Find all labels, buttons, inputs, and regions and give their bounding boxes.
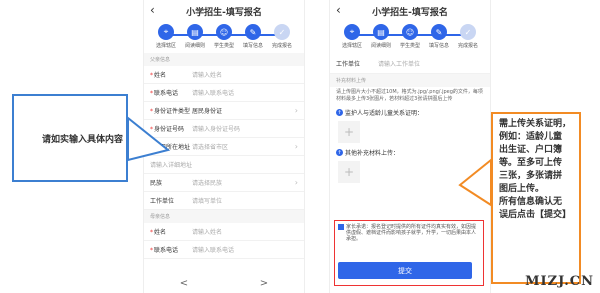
document-icon: ▤ <box>373 24 389 40</box>
step-4: ✎ 填写信息 <box>239 24 267 49</box>
progress-steps: ⌖ 选择辖区 ▤ 阅读细则 ☺ 学生类型 ✎ 填写信息 ✓ 完成报名 <box>330 22 490 53</box>
user-icon: ☺ <box>402 24 418 40</box>
location-icon: ⌖ <box>158 24 174 40</box>
step-2: ▤ 阅读细则 <box>367 24 395 49</box>
right-callout-pointer <box>458 157 492 207</box>
step-1: ⌖ 选择辖区 <box>152 24 180 49</box>
edit-icon: ✎ <box>431 24 447 40</box>
step-4: ✎ 填写信息 <box>425 24 453 49</box>
step-5: ✓ 完成报名 <box>454 24 482 49</box>
location-icon: ⌖ <box>344 24 360 40</box>
check-icon: ✓ <box>274 24 290 40</box>
callout-right: 需上传关系证明， 例如：适龄儿童 出生证、户口簿 等。至多可上传 三张，多张请拼… <box>491 112 581 284</box>
left-callout-pointer <box>127 115 171 162</box>
callout-left: 请如实输入具体内容 <box>12 94 128 182</box>
check-icon: ✓ <box>460 24 476 40</box>
edit-icon: ✎ <box>245 24 261 40</box>
step-2: ▤ 阅读细则 <box>181 24 209 49</box>
watermark: MIZJ.CN <box>525 274 594 289</box>
step-5: ✓ 完成报名 <box>268 24 296 49</box>
document-icon: ▤ <box>187 24 203 40</box>
step-1: ⌖ 选择辖区 <box>338 24 366 49</box>
step-3: ☺ 学生类型 <box>210 24 238 49</box>
user-icon: ☺ <box>216 24 232 40</box>
progress-steps: ⌖ 选择辖区 ▤ 阅读细则 ☺ 学生类型 ✎ 填写信息 ✓ 完成报名 <box>144 22 304 53</box>
step-3: ☺ 学生类型 <box>396 24 424 49</box>
